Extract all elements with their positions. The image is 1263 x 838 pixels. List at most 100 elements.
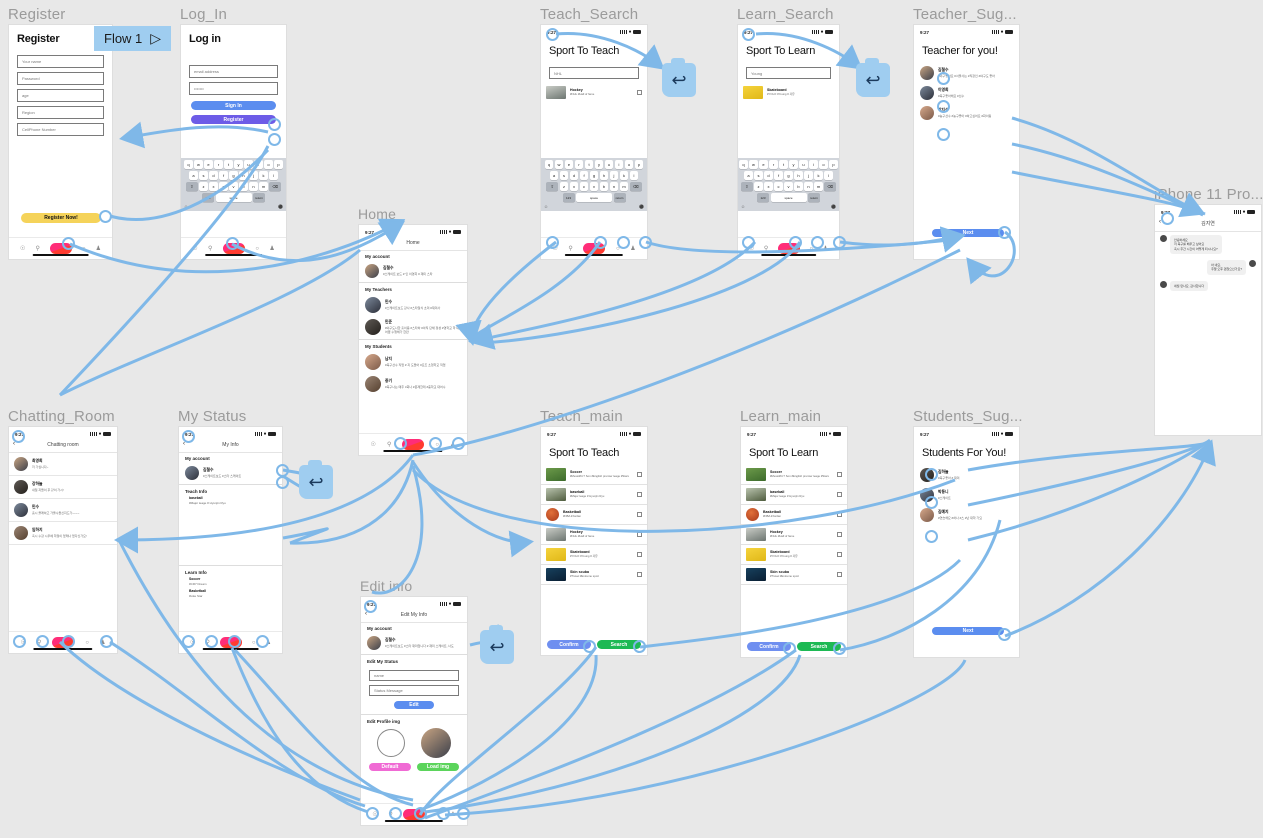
sport-checkbox[interactable] <box>637 552 642 557</box>
register-field-name[interactable]: Your name <box>17 55 104 68</box>
account-item[interactable]: 김철수 #스케이트 보드 # 인 이영희 # 재미 스타 <box>359 261 467 281</box>
frame-title-teacher-sug[interactable]: Teacher_Sug... <box>913 6 1017 23</box>
hotspot-ts-nav1[interactable] <box>546 236 559 249</box>
onscreen-keyboard[interactable]: qwertyuiop asdfghjkl ⇧ z x c v b n m ⌫ 123 space r… <box>541 158 647 211</box>
register-field-phone[interactable]: CellPhone Number <box>17 123 104 136</box>
search-icon[interactable]: ⚲ <box>568 245 572 252</box>
key-k[interactable]: k <box>259 171 268 180</box>
hotspot-cr-nav3[interactable] <box>62 635 75 648</box>
sport-checkbox[interactable] <box>837 572 842 577</box>
hotspot-edit-back[interactable] <box>364 600 377 613</box>
key-t[interactable]: t <box>224 160 233 169</box>
account-item[interactable]: 김철수 #스케이트보드 #스타 재미입니다 # 재미 스케이트, 너도 <box>361 633 467 653</box>
key-i[interactable]: i <box>254 160 263 169</box>
default-image-button[interactable]: Default <box>369 763 411 771</box>
result-checkbox[interactable] <box>637 90 642 95</box>
sport-row[interactable]: Soccer #Messi#Cr7 Son #English premier l… <box>741 465 847 485</box>
hotspot-ls-nav3[interactable] <box>811 236 824 249</box>
circle-icon[interactable]: ○ <box>255 246 259 252</box>
onscreen-keyboard[interactable]: qwertyuiop asdfghjkl ⇧ z x c v b n m ⌫ 123 space r… <box>181 158 286 211</box>
sport-checkbox[interactable] <box>637 512 642 517</box>
register-now-button[interactable]: Register Now! <box>21 213 101 223</box>
register-field-password[interactable]: Password <box>17 72 104 85</box>
sport-row[interactable]: Skin scuba #Travel #Extreme sport <box>541 565 647 585</box>
hotspot-my-status-back[interactable] <box>182 430 195 443</box>
hotspot-signin[interactable] <box>268 118 281 131</box>
sport-checkbox[interactable] <box>837 552 842 557</box>
frame-title-edit-info[interactable]: Edit info <box>360 578 412 594</box>
hotspot-students-next[interactable] <box>998 628 1011 641</box>
circle-icon[interactable]: ○ <box>85 640 89 646</box>
circle-icon[interactable]: ○ <box>82 246 86 252</box>
key-x[interactable]: x <box>209 182 218 191</box>
hotspot-teach-search[interactable] <box>633 640 646 653</box>
hotspot-teacher-1[interactable] <box>937 72 950 85</box>
hotspot-student-2[interactable] <box>925 496 938 509</box>
chat-list-item[interactable]: 최영희 저 가십니다~ <box>9 453 117 476</box>
hotspot-cr-nav2[interactable] <box>36 635 49 648</box>
key-r[interactable]: r <box>214 160 223 169</box>
key-m[interactable]: m <box>259 182 268 191</box>
sport-row[interactable]: Skateboard #YOLO #Young # 자유 <box>541 545 647 565</box>
hotspot-home-nav1[interactable] <box>394 437 407 450</box>
key-d[interactable]: d <box>209 171 218 180</box>
frame-title-chat[interactable]: iPhone 11 Pro... <box>1154 186 1263 203</box>
hotspot-register-link[interactable] <box>268 133 281 146</box>
person-icon[interactable]: ♟ <box>823 245 828 252</box>
sport-checkbox[interactable] <box>837 532 842 537</box>
frame-title-login[interactable]: Log_In <box>180 6 227 23</box>
load-image-button[interactable]: Load img <box>417 763 459 771</box>
hotspot-student-1[interactable] <box>925 468 938 481</box>
edit-submit-button[interactable]: Edit <box>394 701 434 709</box>
sport-checkbox[interactable] <box>837 472 842 477</box>
frame-title-students-sug[interactable]: Students_Sug... <box>913 408 1023 425</box>
sport-row[interactable]: Skateboard #YOLO #Young # 자유 <box>741 545 847 565</box>
home-icon[interactable]: ☉ <box>192 245 197 252</box>
hotspot-ms-nav1[interactable] <box>182 635 195 648</box>
mic-icon[interactable]: ⚫ <box>639 204 644 209</box>
sport-row[interactable]: baseball #Major leage # Hyunjin Ryu <box>741 485 847 505</box>
register-field-age[interactable]: age <box>17 89 104 102</box>
sport-row[interactable]: Basketball #NBA #Jordan <box>741 505 847 525</box>
key-h[interactable]: h <box>239 171 248 180</box>
sign-in-button[interactable]: Sign In <box>191 101 276 110</box>
hotspot-teacher-2[interactable] <box>937 100 950 113</box>
sport-checkbox[interactable] <box>637 492 642 497</box>
back-action-edit-info[interactable]: ↩ <box>480 625 514 664</box>
emoji-icon[interactable]: ☺ <box>741 204 745 209</box>
shift-key[interactable]: ⇧ <box>185 182 198 191</box>
hotspot-teach-search-back[interactable] <box>546 28 559 41</box>
hotspot-teacher-next[interactable] <box>998 226 1011 239</box>
student-item[interactable]: 남지 #축구선수 직업 # 지 도들어 #요즈 소형학교 직업 <box>359 351 467 373</box>
frame-title-learn-main[interactable]: Learn_main <box>740 408 821 425</box>
onscreen-keyboard[interactable]: qwertyuiop asdfghjkl ⇧ z x c v b n m ⌫ 123 space r… <box>738 158 839 211</box>
hotspot-ei-nav1[interactable] <box>366 807 379 820</box>
hotspot-learn-search[interactable] <box>833 642 846 655</box>
students-next-button[interactable]: Next <box>932 627 1004 635</box>
hotspot-login-nav[interactable] <box>226 237 239 250</box>
hotspot-home-nav2[interactable] <box>429 437 442 450</box>
hotspot-ms-edit2[interactable] <box>276 476 289 489</box>
hotspot-chatting-back[interactable] <box>12 430 25 443</box>
hotspot-ei-nav3[interactable] <box>414 807 427 820</box>
account-item[interactable]: 김철수 #스케이트보드 #스타 스케이트 <box>179 463 282 483</box>
teach-search-input[interactable]: NHL <box>549 67 639 79</box>
key-v[interactable]: v <box>229 182 238 191</box>
frame-title-learn-search[interactable]: Learn_Search <box>737 6 834 23</box>
back-action-teach-search[interactable]: ↩ <box>662 58 696 97</box>
teach-search-result-row[interactable]: Hockey #NHL #Hall of fame <box>541 83 647 102</box>
login-password-input[interactable]: ••••••• <box>189 82 278 95</box>
hotspot-register-nav[interactable] <box>62 237 75 250</box>
search-icon[interactable]: ⚲ <box>208 245 212 252</box>
circle-icon[interactable]: ○ <box>252 640 256 646</box>
sport-checkbox[interactable] <box>637 472 642 477</box>
key-s[interactable]: s <box>199 171 208 180</box>
uploaded-avatar-preview[interactable] <box>421 728 451 758</box>
frame-title-chatting-room[interactable]: Chatting_Room <box>8 408 115 425</box>
hotspot-ms-nav3[interactable] <box>228 635 241 648</box>
hotspot-ei-nav2[interactable] <box>389 807 402 820</box>
login-email-input[interactable]: email address <box>189 65 278 78</box>
edit-name-input[interactable]: name <box>369 670 459 681</box>
search-icon[interactable]: ⚲ <box>764 245 768 252</box>
hotspot-cr-nav1[interactable] <box>13 635 26 648</box>
